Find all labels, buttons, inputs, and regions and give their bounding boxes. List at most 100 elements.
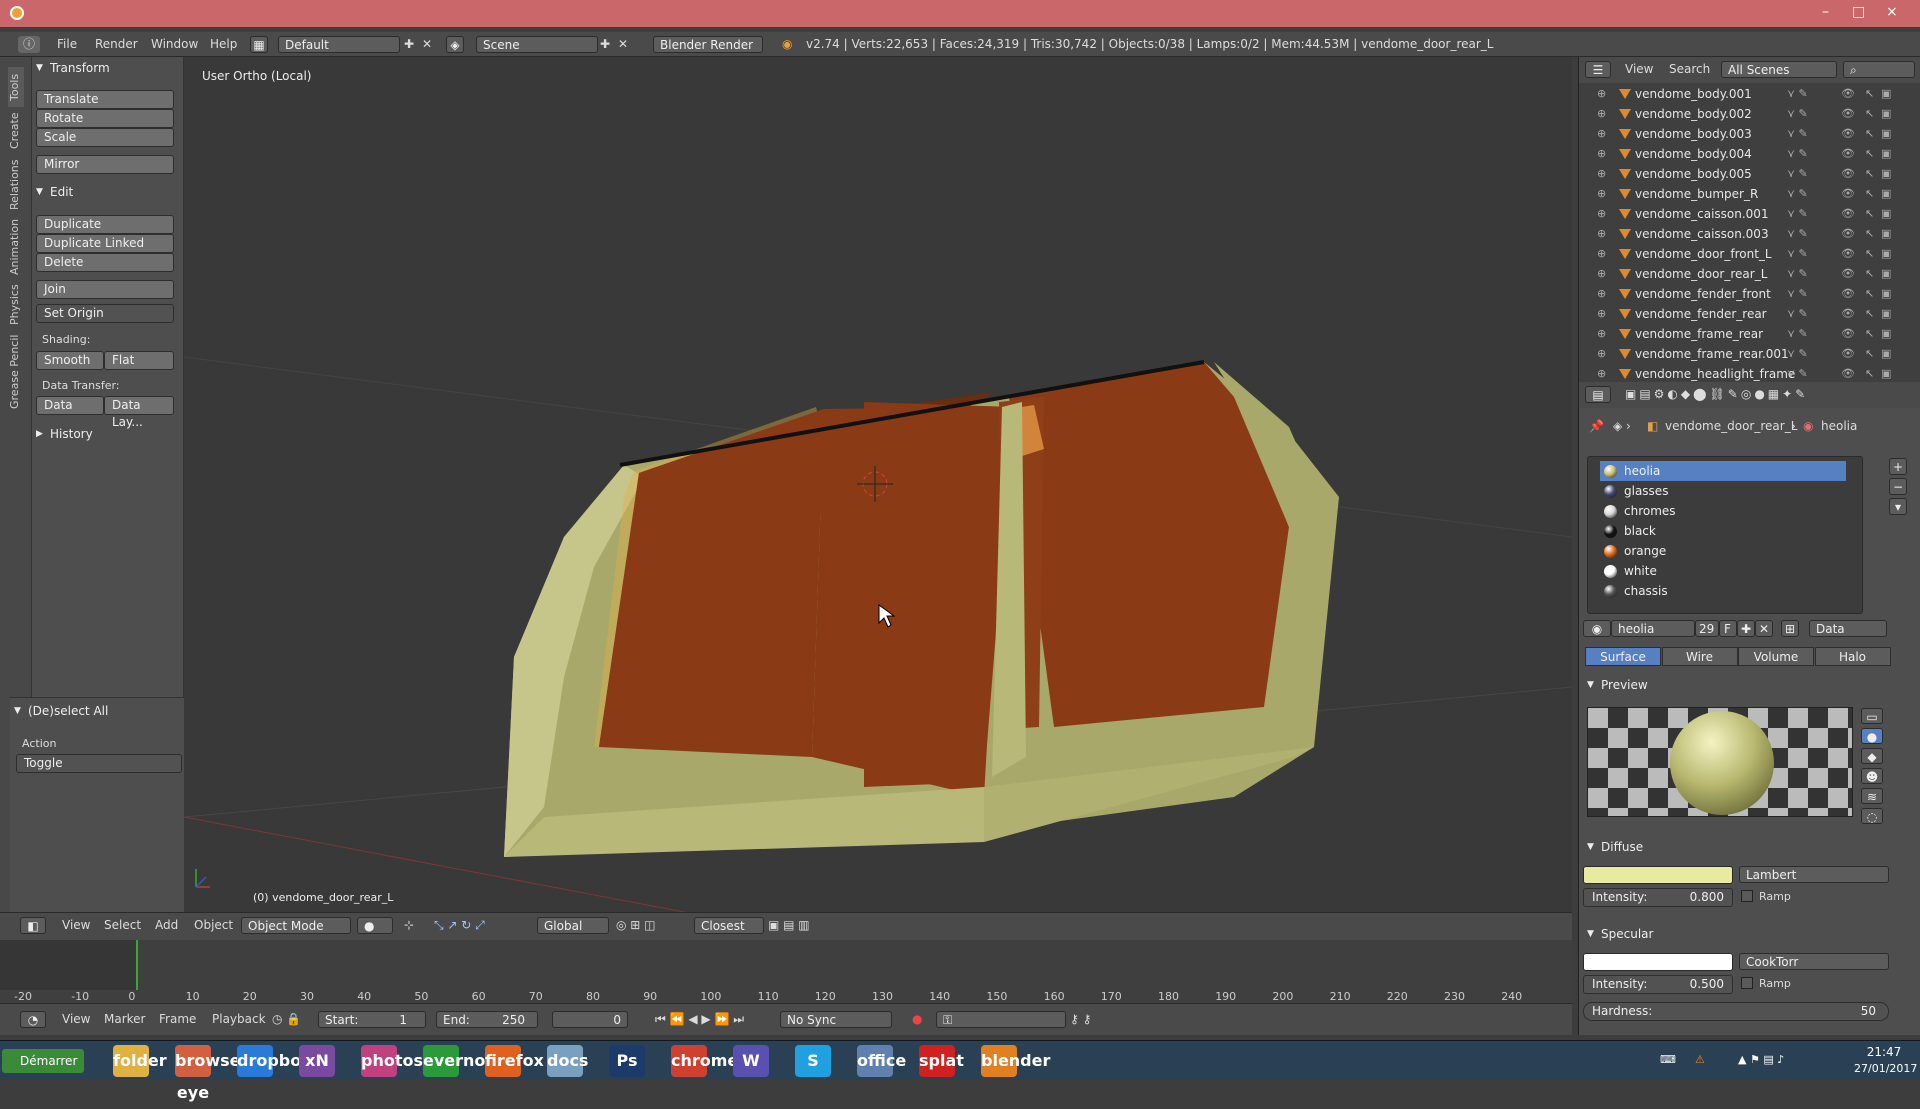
expand-icon[interactable]: ⊕ — [1597, 224, 1606, 244]
expand-icon[interactable]: ⊕ — [1597, 104, 1606, 124]
preview-cube-icon[interactable]: ◆ — [1861, 748, 1883, 764]
taskbar-app-photos-icon[interactable]: photos — [361, 1045, 423, 1077]
material-slot[interactable]: heolia — [1600, 461, 1846, 481]
taskbar-app-office-icon[interactable]: office — [857, 1045, 906, 1077]
outliner-item[interactable]: ⊕ vendome_fender_front ⋎ ✎ 👁 ↖ ▣ — [1579, 284, 1909, 304]
visibility-icon[interactable]: 👁 — [1841, 324, 1855, 344]
expand-icon[interactable]: ⊕ — [1597, 244, 1606, 264]
door-model[interactable] — [504, 360, 1339, 857]
taskbar-app-firefox-icon[interactable]: firefox — [485, 1045, 544, 1077]
render-toggle-icon[interactable]: ▣ — [1881, 124, 1891, 144]
selectable-icon[interactable]: ↖ — [1865, 264, 1874, 284]
material-name-field[interactable]: heolia — [1611, 620, 1695, 637]
outliner-editor-icon[interactable]: ☰ — [1585, 61, 1611, 78]
diffuse-color-swatch[interactable] — [1583, 866, 1733, 884]
render-toggle-icon[interactable]: ▣ — [1881, 84, 1891, 104]
tab-grease-pencil[interactable]: Grease Pencil — [8, 332, 24, 412]
minimize-button[interactable]: – — [1822, 4, 1829, 20]
render-toggle-icon[interactable]: ▣ — [1881, 244, 1891, 264]
selectable-icon[interactable]: ↖ — [1865, 204, 1874, 224]
clock-time[interactable]: 21:47 — [1854, 1045, 1914, 1059]
range-icons[interactable]: ◷ 🔒 — [272, 1011, 301, 1028]
duplicate-button[interactable]: Duplicate — [36, 215, 174, 234]
render-toggle-icon[interactable]: ▣ — [1881, 324, 1891, 344]
tl-menu-view[interactable]: View — [62, 1011, 90, 1028]
outliner-item[interactable]: ⊕ vendome_door_rear_L ⋎ ✎ 👁 ↖ ▣ — [1579, 264, 1909, 284]
remove-layout-icon[interactable]: ✕ — [422, 36, 432, 53]
unlink-material-icon[interactable]: ✕ — [1755, 620, 1773, 637]
current-frame-marker[interactable] — [136, 940, 138, 990]
outliner-item[interactable]: ⊕ vendome_fender_rear ⋎ ✎ 👁 ↖ ▣ — [1579, 304, 1909, 324]
material-slot[interactable]: white — [1600, 561, 1846, 581]
material-tab-wire[interactable]: Wire — [1661, 647, 1738, 666]
visibility-icon[interactable]: 👁 — [1841, 184, 1855, 204]
property-context-tabs[interactable]: ▣▤⚙◐◆⬤⛓✎◎●▦✦✎ — [1625, 386, 1808, 403]
outliner-item[interactable]: ⊕ vendome_door_front_L ⋎ ✎ 👁 ↖ ▣ — [1579, 244, 1909, 264]
taskbar-app-chrome-icon[interactable]: chrome — [671, 1045, 738, 1077]
material-slot[interactable]: black — [1600, 521, 1846, 541]
render-toggle-icon[interactable]: ▣ — [1881, 284, 1891, 304]
visibility-icon[interactable]: 👁 — [1841, 284, 1855, 304]
outliner-item[interactable]: ⊕ vendome_frame_rear.001 ⋎ ✎ 👁 ↖ ▣ — [1579, 344, 1909, 364]
preview-hair-icon[interactable]: ≋ — [1861, 788, 1883, 804]
menu-window[interactable]: Window — [151, 36, 198, 53]
keyboard-icon[interactable]: ⌨ — [1660, 1053, 1676, 1066]
taskbar-app-docs-icon[interactable]: docs — [547, 1045, 588, 1077]
specular-panel-header[interactable]: Specular — [1583, 925, 1757, 943]
menu-help[interactable]: Help — [210, 36, 237, 53]
scale-button[interactable]: Scale — [36, 128, 174, 147]
editor-type-icon[interactable]: ⓘ — [18, 36, 40, 53]
duplicate-linked-button[interactable]: Duplicate Linked — [36, 234, 174, 253]
material-slot[interactable]: chromes — [1600, 501, 1846, 521]
render-toggle-icon[interactable]: ▣ — [1881, 204, 1891, 224]
outliner-item[interactable]: ⊕ vendome_frame_rear ⋎ ✎ 👁 ↖ ▣ — [1579, 324, 1909, 344]
tab-tools[interactable]: Tools — [8, 67, 24, 107]
action-select[interactable]: Toggle — [16, 754, 182, 773]
edit-panel-header[interactable]: Edit — [32, 183, 206, 201]
visibility-icon[interactable]: 👁 — [1841, 164, 1855, 184]
preview-sky-icon[interactable]: ◌ — [1861, 808, 1883, 824]
outliner-filter-select[interactable]: All Scenes — [1721, 61, 1837, 78]
render-toggle-icon[interactable]: ▣ — [1881, 164, 1891, 184]
slot-specials-button[interactable]: ▾ — [1889, 498, 1907, 515]
visibility-icon[interactable]: 👁 — [1841, 344, 1855, 364]
layout-icon[interactable]: ▦ — [250, 36, 268, 53]
visibility-icon[interactable]: 👁 — [1841, 364, 1855, 384]
taskbar-app-dropbox-icon[interactable]: dropbox — [237, 1045, 312, 1077]
tray-icons[interactable]: ▲ ⚑ ▤ ♪ — [1738, 1053, 1784, 1066]
outliner-search-input[interactable]: ⌕ — [1843, 61, 1915, 78]
add-layout-icon[interactable]: ✚ — [404, 36, 414, 53]
visibility-icon[interactable]: 👁 — [1841, 244, 1855, 264]
visibility-icon[interactable]: 👁 — [1841, 204, 1855, 224]
visibility-icon[interactable]: 👁 — [1841, 104, 1855, 124]
start-frame-field[interactable]: Start: 1 — [318, 1011, 426, 1028]
layout-field[interactable]: Default — [278, 36, 400, 53]
mirror-button[interactable]: Mirror — [36, 155, 174, 174]
keying-set-field[interactable]: ⚿ — [936, 1011, 1066, 1028]
remove-slot-button[interactable]: − — [1889, 478, 1907, 495]
render-toggle-icon[interactable]: ▣ — [1881, 104, 1891, 124]
add-scene-icon[interactable]: ✚ — [600, 36, 610, 53]
taskbar-app-s-icon[interactable]: S — [795, 1045, 831, 1077]
visibility-icon[interactable]: 👁 — [1841, 264, 1855, 284]
orientation-select[interactable]: Global — [537, 917, 609, 934]
selectable-icon[interactable]: ↖ — [1865, 344, 1874, 364]
new-material-icon[interactable]: ✚ — [1737, 620, 1755, 637]
outliner-item[interactable]: ⊕ vendome_caisson.001 ⋎ ✎ 👁 ↖ ▣ — [1579, 204, 1909, 224]
menu-render[interactable]: Render — [95, 36, 138, 53]
expand-icon[interactable]: ⊕ — [1597, 304, 1606, 324]
close-button[interactable]: × — [1886, 4, 1898, 20]
flat-button[interactable]: Flat — [104, 351, 174, 370]
mode-select[interactable]: Object Mode — [241, 917, 351, 934]
material-slot[interactable]: chassis — [1600, 581, 1846, 601]
preview-flat-icon[interactable]: ▭ — [1861, 708, 1883, 724]
selectable-icon[interactable]: ↖ — [1865, 144, 1874, 164]
expand-icon[interactable]: ⊕ — [1597, 124, 1606, 144]
visibility-icon[interactable]: 👁 — [1841, 84, 1855, 104]
taskbar-app-evernote-icon[interactable]: evernote — [423, 1045, 504, 1077]
start-button[interactable]: Démarrer — [2, 1049, 84, 1073]
add-slot-button[interactable]: + — [1889, 458, 1907, 475]
outliner-item[interactable]: ⊕ vendome_bumper_R ⋎ ✎ 👁 ↖ ▣ — [1579, 184, 1909, 204]
pivot-icon[interactable]: ⊹ — [404, 917, 414, 934]
menu-add[interactable]: Add — [155, 917, 178, 934]
